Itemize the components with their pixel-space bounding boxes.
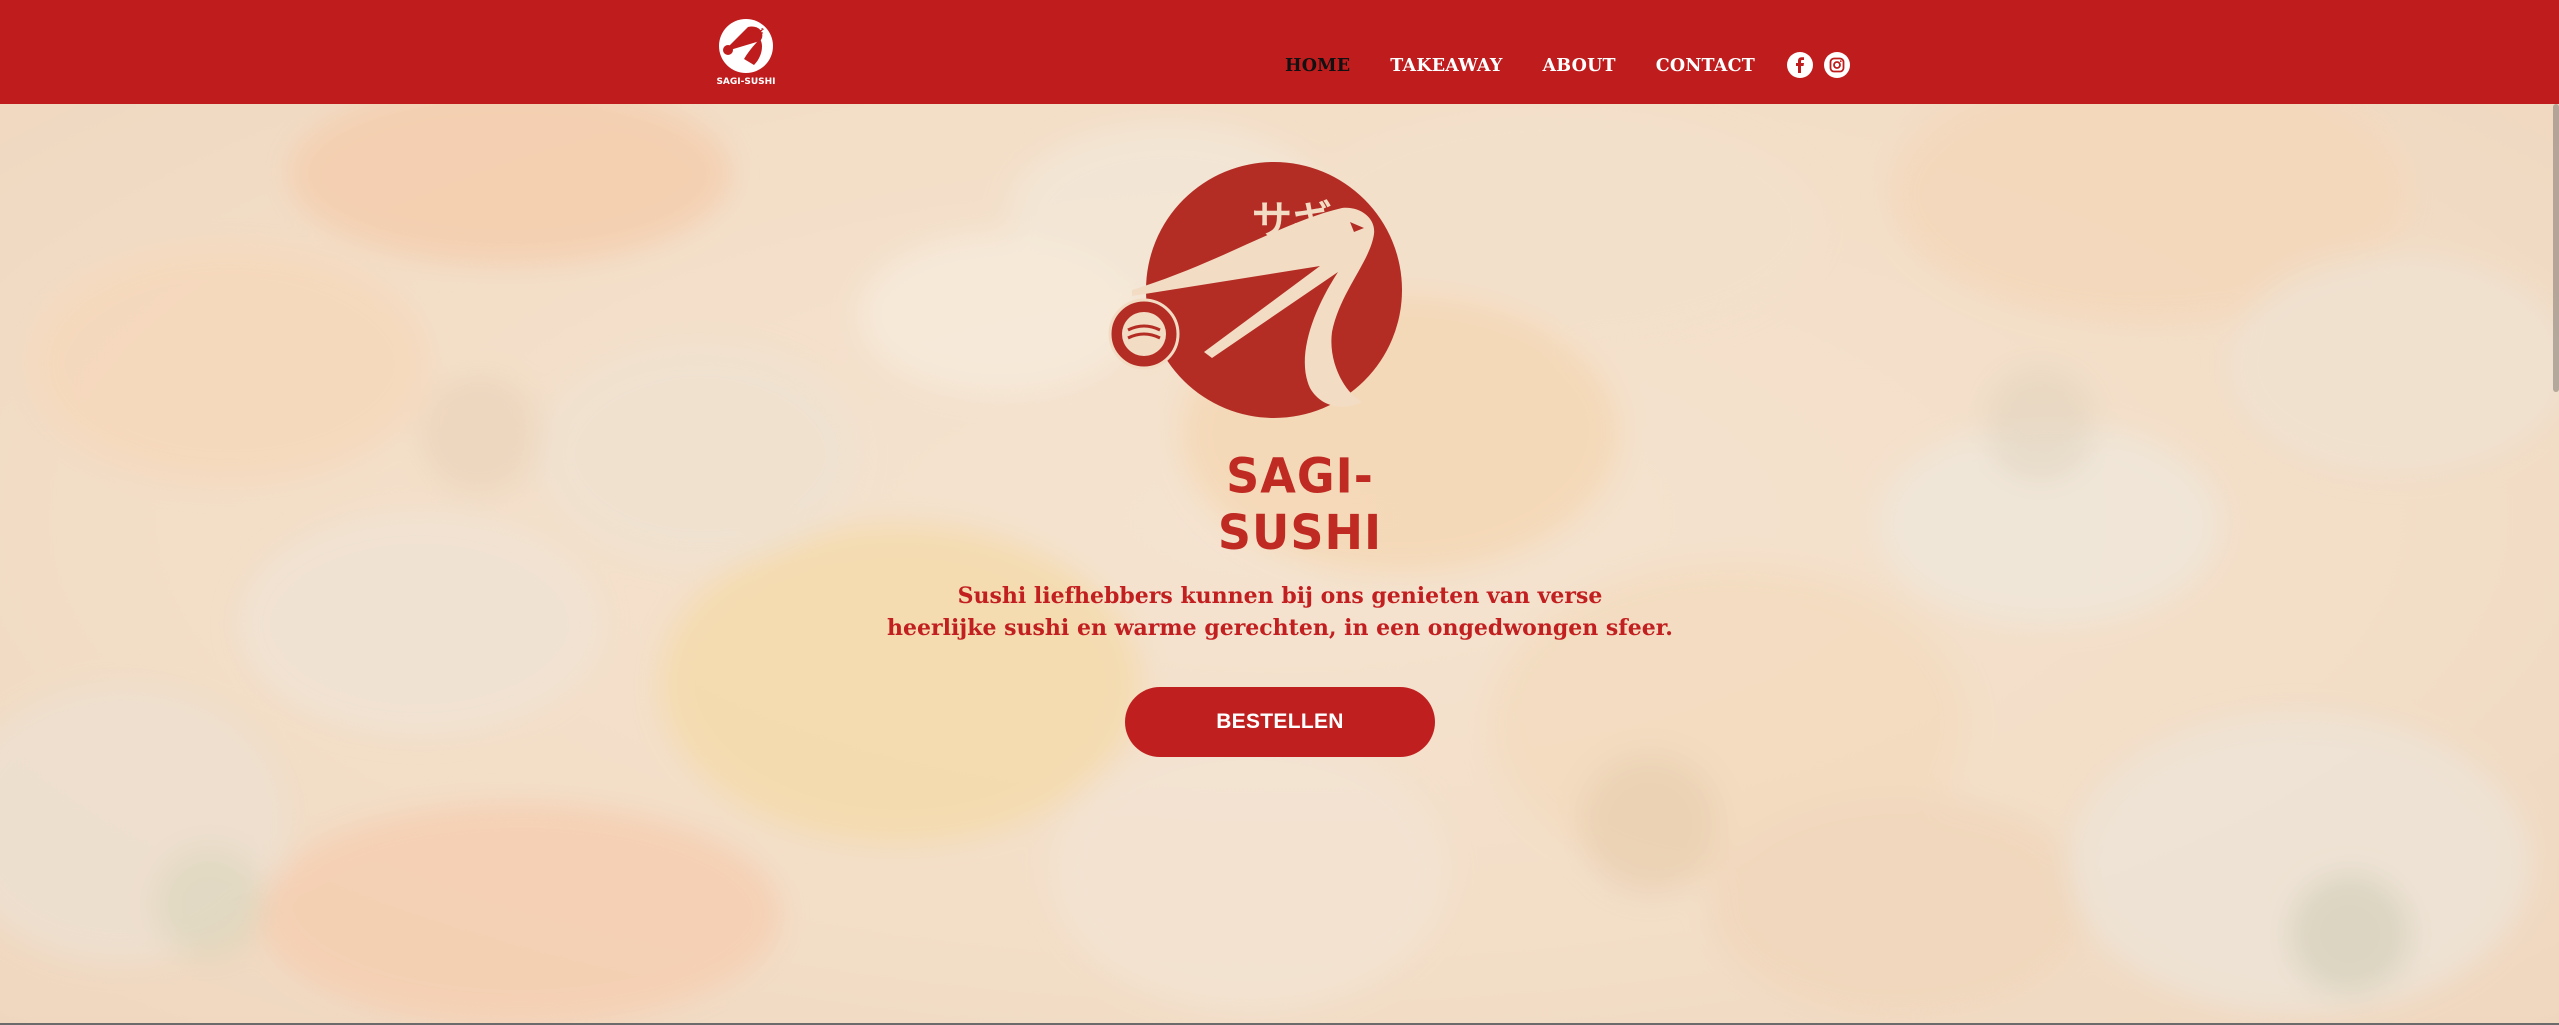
facebook-icon[interactable] (1787, 52, 1813, 78)
hero-tagline: Sushi liefhebbers kunnen bij ons geniete… (880, 580, 1680, 644)
social-links (1787, 52, 1850, 78)
logo-icon: サギ SAGI-SUSHI (716, 19, 776, 87)
svg-text:サギ: サギ (746, 27, 764, 39)
instagram-icon[interactable] (1824, 52, 1850, 78)
nav-contact[interactable]: CONTACT (1656, 56, 1755, 76)
svg-text:SAGI-SUSHI: SAGI-SUSHI (716, 77, 775, 87)
site-header: サギ SAGI-SUSHI HOME TAKEAWAY ABOUT CONTAC… (0, 0, 2559, 104)
nav-home[interactable]: HOME (1285, 56, 1350, 76)
main-nav: HOME TAKEAWAY ABOUT CONTACT (1285, 53, 1795, 79)
scrollbar[interactable] (2553, 104, 2559, 392)
header-logo[interactable]: サギ SAGI-SUSHI (708, 13, 784, 89)
tagline-line-2: heerlijke sushi en warme gerechten, in e… (887, 615, 1673, 641)
nav-about[interactable]: ABOUT (1543, 56, 1616, 76)
hero-section: サギ SAGI-SUSHI Sushi liefhebbers kunnen b… (0, 104, 2559, 1023)
svg-text:サギ: サギ (1252, 198, 1332, 244)
nav-takeaway[interactable]: TAKEAWAY (1390, 56, 1502, 76)
brand-name: SAGI-SUSHI (1217, 447, 1383, 561)
sagi-sushi-logo: サギ (1108, 162, 1402, 418)
tagline-line-1: Sushi liefhebbers kunnen bij ons geniete… (957, 583, 1603, 609)
order-button[interactable]: BESTELLEN (1125, 687, 1435, 757)
